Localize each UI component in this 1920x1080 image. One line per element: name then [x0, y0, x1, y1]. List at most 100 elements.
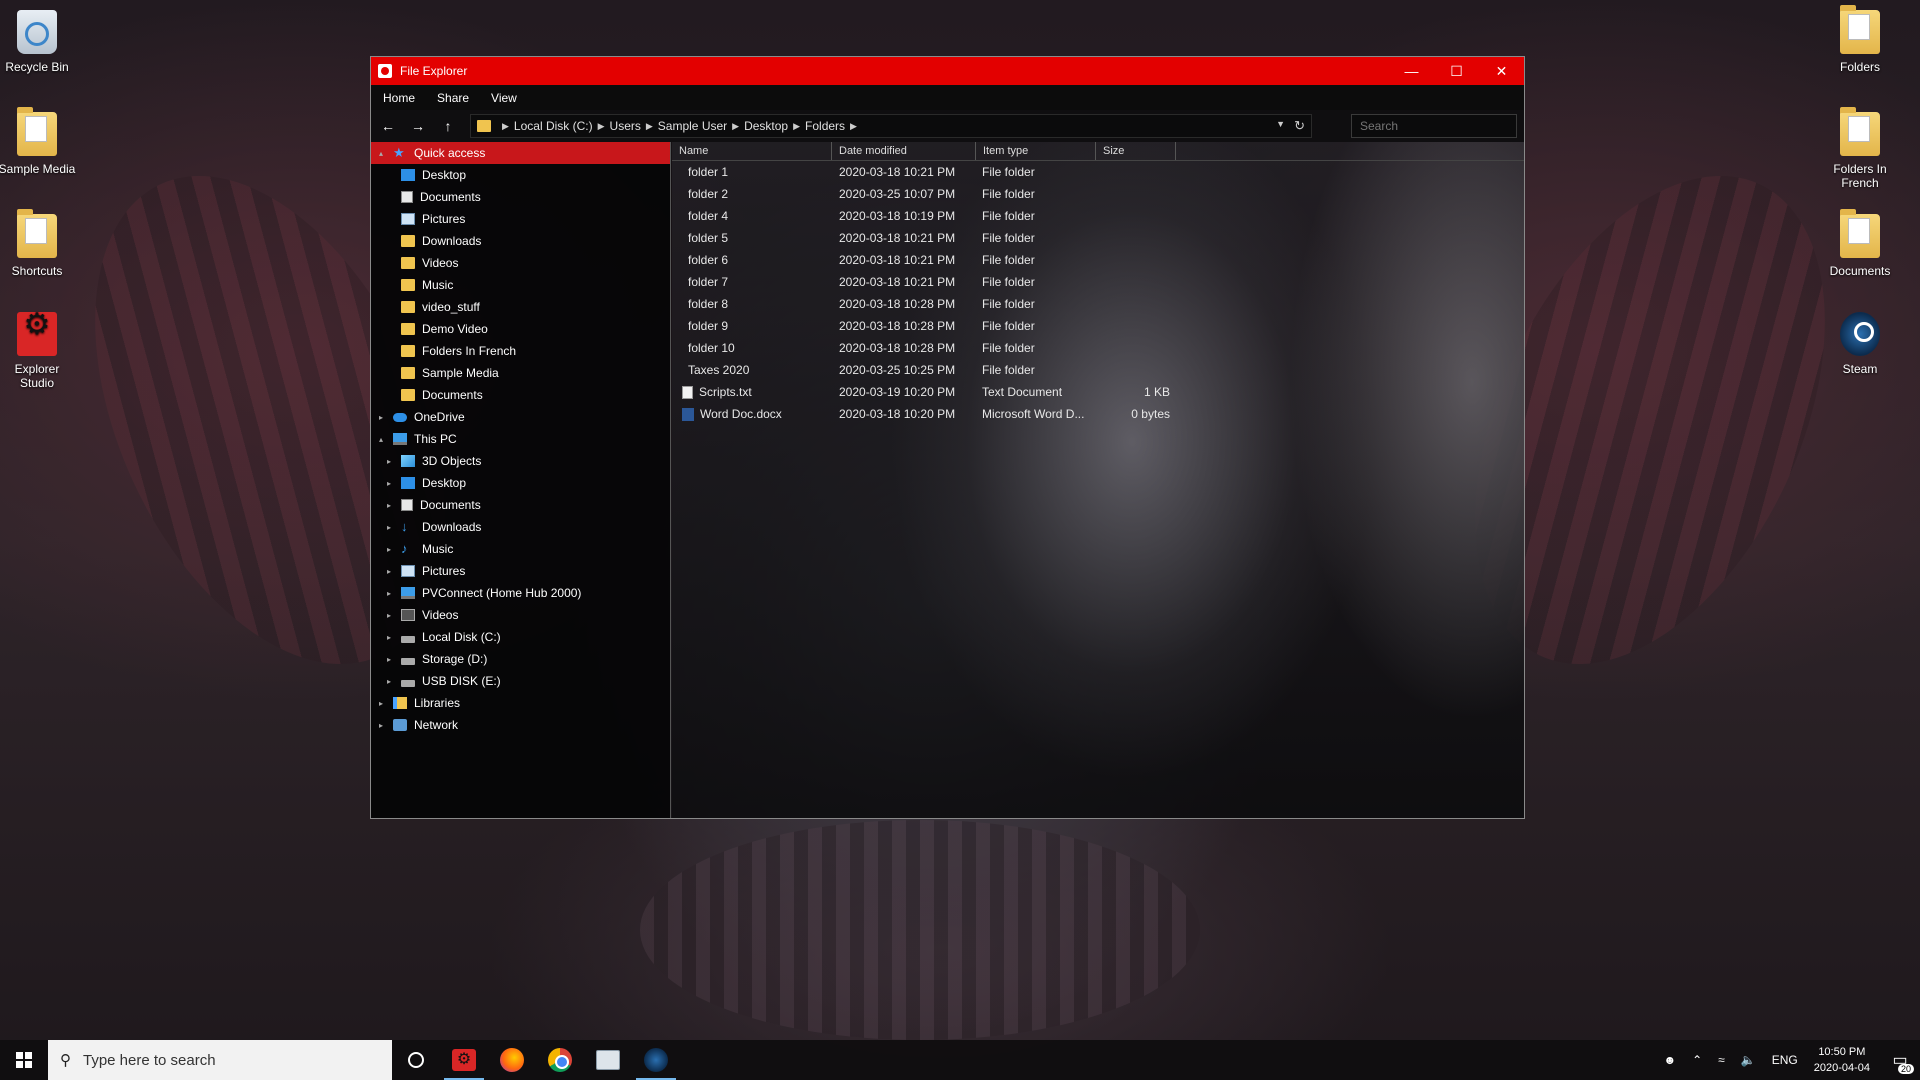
nav-item[interactable]: Demo Video — [371, 318, 670, 340]
chevron-right-icon[interactable]: ▶ — [502, 121, 509, 132]
nav-item[interactable]: ▸ OneDrive — [371, 406, 670, 428]
nav-item[interactable]: ▴ This PC — [371, 428, 670, 450]
forward-arrow-icon[interactable]: → — [403, 118, 433, 134]
nav-item[interactable]: ▸ Storage (D:) — [371, 648, 670, 670]
cortana-button[interactable] — [392, 1040, 440, 1080]
file-row[interactable]: folder 6 2020-03-18 10:21 PM File folder — [672, 249, 1524, 271]
back-arrow-icon[interactable]: ← — [373, 118, 403, 134]
nav-item[interactable]: ▸ ↓ Downloads — [371, 516, 670, 538]
column-header-size[interactable]: Size — [1096, 142, 1176, 160]
taskbar-app-firefox[interactable] — [488, 1040, 536, 1080]
expand-chevron-icon[interactable]: ▸ — [387, 523, 391, 532]
expand-chevron-icon[interactable]: ▸ — [387, 655, 391, 664]
nav-item[interactable]: ▸ 3D Objects — [371, 450, 670, 472]
nav-item[interactable]: ▸ Desktop — [371, 472, 670, 494]
expand-chevron-icon[interactable]: ▸ — [387, 677, 391, 686]
taskbar-app-chrome[interactable] — [536, 1040, 584, 1080]
collapse-chevron-icon[interactable]: ▴ — [379, 435, 383, 444]
maximize-button[interactable]: ☐ — [1434, 57, 1479, 85]
expand-chevron-icon[interactable]: ▸ — [387, 457, 391, 466]
nav-item[interactable]: ▸ Documents — [371, 494, 670, 516]
file-row[interactable]: Word Doc.docx 2020-03-18 10:20 PM Microsof… — [672, 403, 1524, 425]
file-row[interactable]: folder 7 2020-03-18 10:21 PM File folder — [672, 271, 1524, 293]
chevron-up-icon[interactable]: ⌃ — [1692, 1053, 1702, 1067]
column-header-item-type[interactable]: Item type — [976, 142, 1096, 160]
nav-item[interactable]: Sample Media — [371, 362, 670, 384]
minimize-button[interactable]: — — [1389, 57, 1434, 85]
column-header-date-modified[interactable]: Date modified — [832, 142, 976, 160]
action-center-button[interactable]: ▭ 20 — [1880, 1040, 1920, 1080]
clock[interactable]: 10:50 PM 2020-04-04 — [1814, 1044, 1870, 1076]
people-icon[interactable]: ☻ — [1663, 1053, 1676, 1067]
tab-home[interactable]: Home — [383, 91, 415, 105]
up-arrow-icon[interactable]: ↑ — [433, 118, 463, 134]
title-bar[interactable]: File Explorer — ☐ ✕ — [371, 57, 1524, 85]
desktop-icon-steam[interactable]: Steam — [1820, 312, 1900, 376]
expand-chevron-icon[interactable]: ▸ — [379, 699, 383, 708]
nav-item[interactable]: Documents — [371, 186, 670, 208]
file-row[interactable]: folder 9 2020-03-18 10:28 PM File folder — [672, 315, 1524, 337]
expand-chevron-icon[interactable]: ▸ — [387, 545, 391, 554]
desktop-icon-shortcuts[interactable]: Shortcuts — [0, 209, 77, 278]
breadcrumb-local-disk[interactable]: Local Disk (C:) — [514, 119, 593, 133]
expand-chevron-icon[interactable]: ▸ — [387, 501, 391, 510]
nav-item[interactable]: ▸ Videos — [371, 604, 670, 626]
desktop-icon-folders[interactable]: Folders — [1820, 5, 1900, 74]
nav-item[interactable]: Videos — [371, 252, 670, 274]
nav-item[interactable]: ▸ Libraries — [371, 692, 670, 714]
address-bar[interactable]: ▶ Local Disk (C:) ▶ Users ▶ Sample User … — [470, 114, 1312, 138]
chevron-down-icon[interactable]: ▼ — [1276, 119, 1285, 129]
nav-item[interactable]: ▴ ★ Quick access — [371, 142, 670, 164]
desktop-icon-explorer-studio[interactable]: Explorer Studio — [0, 312, 77, 390]
expand-chevron-icon[interactable]: ▸ — [387, 479, 391, 488]
nav-item[interactable]: ▸ PVConnect (Home Hub 2000) — [371, 582, 670, 604]
expand-chevron-icon[interactable]: ▸ — [379, 721, 383, 730]
nav-item[interactable]: ▸ Local Disk (C:) — [371, 626, 670, 648]
chevron-right-icon[interactable]: ▶ — [732, 121, 739, 132]
search-input[interactable] — [1351, 114, 1517, 138]
taskbar-app-steam[interactable] — [632, 1040, 680, 1080]
tab-share[interactable]: Share — [437, 91, 469, 105]
file-row[interactable]: folder 2 2020-03-25 10:07 PM File folder — [672, 183, 1524, 205]
file-row[interactable]: folder 4 2020-03-18 10:19 PM File folder — [672, 205, 1524, 227]
chevron-right-icon[interactable]: ▶ — [850, 121, 857, 132]
column-header-name[interactable]: Name — [672, 142, 832, 160]
volume-icon[interactable]: 🔈 — [1741, 1053, 1756, 1067]
file-row[interactable]: folder 5 2020-03-18 10:21 PM File folder — [672, 227, 1524, 249]
expand-chevron-icon[interactable]: ▸ — [387, 567, 391, 576]
nav-item[interactable]: ▸ Network — [371, 714, 670, 736]
nav-item[interactable]: Documents — [371, 384, 670, 406]
chevron-right-icon[interactable]: ▶ — [598, 121, 605, 132]
chevron-right-icon[interactable]: ▶ — [793, 121, 800, 132]
file-row[interactable]: Scripts.txt 2020-03-19 10:20 PM Text Docum… — [672, 381, 1524, 403]
desktop-icon-documents[interactable]: Documents — [1820, 209, 1900, 278]
desktop-icon-folders-in-french[interactable]: Folders In French — [1820, 107, 1900, 190]
nav-item[interactable]: Desktop — [371, 164, 670, 186]
taskbar-app-explorer-studio[interactable]: ⚙ — [440, 1040, 488, 1080]
nav-item[interactable]: Downloads — [371, 230, 670, 252]
nav-item[interactable]: video_stuff — [371, 296, 670, 318]
nav-item[interactable]: Music — [371, 274, 670, 296]
expand-chevron-icon[interactable]: ▸ — [387, 633, 391, 642]
breadcrumb-desktop[interactable]: Desktop — [744, 119, 788, 133]
tab-view[interactable]: View — [491, 91, 517, 105]
close-button[interactable]: ✕ — [1479, 57, 1524, 85]
file-row[interactable]: folder 10 2020-03-18 10:28 PM File folder — [672, 337, 1524, 359]
breadcrumb-sample-user[interactable]: Sample User — [658, 119, 727, 133]
language-indicator[interactable]: ENG — [1772, 1053, 1798, 1067]
taskbar-search-box[interactable]: ⚲ Type here to search — [48, 1040, 392, 1080]
file-row[interactable]: Taxes 2020 2020-03-25 10:25 PM File folder — [672, 359, 1524, 381]
nav-item[interactable]: ▸ ♪ Music — [371, 538, 670, 560]
wifi-icon[interactable]: ≈ — [1718, 1053, 1725, 1067]
desktop-icon-recycle-bin[interactable]: Recycle Bin — [0, 10, 77, 74]
start-button[interactable] — [0, 1040, 48, 1080]
chevron-right-icon[interactable]: ▶ — [646, 121, 653, 132]
breadcrumb-users[interactable]: Users — [610, 119, 641, 133]
expand-chevron-icon[interactable]: ▸ — [379, 413, 383, 422]
file-row[interactable]: folder 8 2020-03-18 10:28 PM File folder — [672, 293, 1524, 315]
refresh-icon[interactable]: ↻ — [1294, 118, 1305, 134]
nav-item[interactable]: Pictures — [371, 208, 670, 230]
nav-item[interactable]: ▸ USB DISK (E:) — [371, 670, 670, 692]
nav-item[interactable]: Folders In French — [371, 340, 670, 362]
file-row[interactable]: folder 1 2020-03-18 10:21 PM File folder — [672, 161, 1524, 183]
